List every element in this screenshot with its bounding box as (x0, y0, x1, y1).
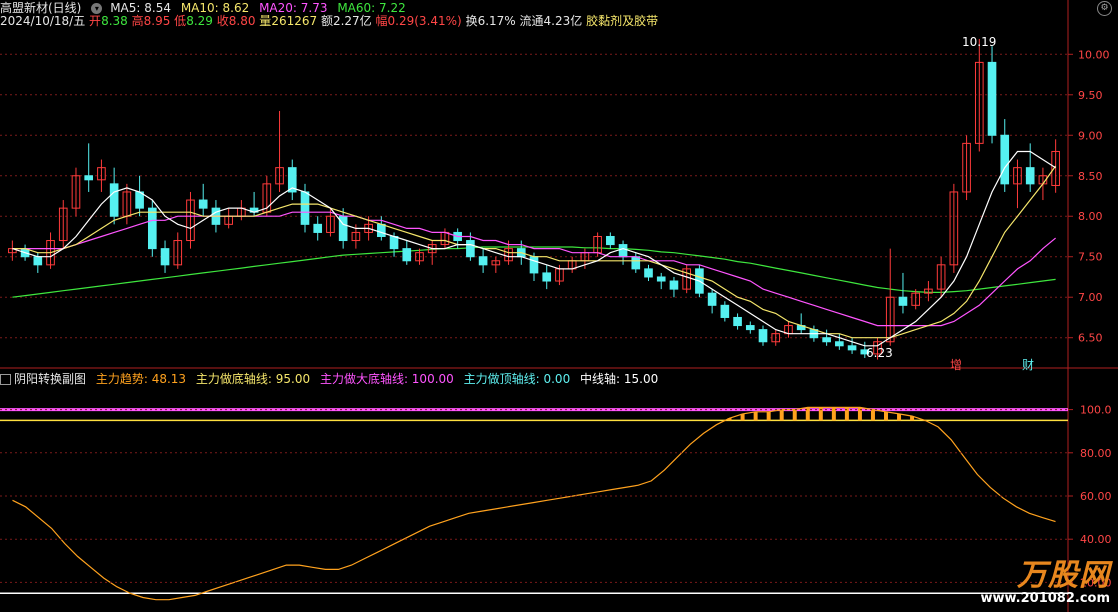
candle-body (147, 207, 157, 250)
trend-bar (870, 409, 875, 421)
candle-body (1025, 167, 1035, 185)
candle-body (987, 61, 997, 136)
trend-bar (792, 409, 797, 421)
price-tick-label: 7.00 (1078, 291, 1103, 304)
big-bottom-axis-value: 主力做大底轴线: 100.00 (319, 372, 454, 386)
candle-body (835, 341, 844, 347)
change-value: 0.29(3.41%) (387, 14, 462, 28)
trend-value: 主力趋势: 48.13 (95, 372, 187, 386)
candle-body (733, 316, 742, 327)
candle-body (847, 345, 857, 351)
volume-label: 量 (259, 14, 272, 28)
watermark-logo: 万股网 (1017, 558, 1110, 593)
candle-body (33, 256, 43, 266)
open-value: 8.38 (101, 14, 128, 28)
sub-tick-label: 80.00 (1080, 447, 1112, 460)
open-label: 开 (89, 14, 102, 28)
amount-value: 额2.27亿 (320, 14, 372, 28)
chart-canvas[interactable]: 10.00 9.50 9.00 8.50 8.00 7.50 7.00 6.50 100.0 80… (0, 0, 1118, 612)
candle-body (402, 248, 412, 262)
candle-body (745, 325, 755, 331)
indicator-toggle-icon[interactable] (0, 374, 11, 385)
price-tick-label: 10.00 (1078, 48, 1110, 61)
sub-tick-label: 40.00 (1080, 533, 1112, 546)
candle-body (720, 304, 730, 318)
trend-bar (884, 411, 888, 421)
candle-body (389, 235, 399, 250)
candle-body (707, 292, 717, 306)
float-value: 流通4.23亿 (519, 14, 583, 28)
candle-body (377, 223, 386, 237)
candle-body (822, 337, 831, 343)
sub-tick-label: 100.0 (1080, 404, 1112, 417)
sub-chart (0, 406, 1068, 601)
candle-body (109, 183, 119, 217)
sub-title[interactable]: 阴阳转换副图 (14, 371, 86, 387)
price-tick-label: 8.50 (1078, 170, 1103, 183)
sub-tick-label: 60.00 (1080, 490, 1112, 503)
turnover-value: 换6.17% (465, 14, 516, 28)
watermark: 万股网 www.201082.com (980, 558, 1110, 607)
close-label: 收 (216, 14, 229, 28)
candle-body (656, 276, 666, 282)
candle-body (644, 268, 653, 278)
sub-header: 阴阳转换副图 主力趋势: 48.13 主力做底轴线: 95.00 主力做大底轴线… (0, 371, 664, 387)
high-annotation: 10.19 (962, 35, 997, 49)
candle-body (84, 175, 94, 181)
candle-body (338, 215, 348, 242)
trend-bar (897, 413, 902, 421)
close-value: 8.80 (228, 14, 256, 28)
price-tick-label: 7.50 (1078, 251, 1103, 264)
settings-gear-icon[interactable]: ⚙ (1097, 1, 1112, 16)
high-value: 8.95 (143, 14, 171, 28)
mid-axis-value: 中线轴: 15.00 (580, 372, 659, 386)
price-tick-label: 6.50 (1078, 332, 1103, 345)
price-tick-label: 9.00 (1078, 129, 1103, 142)
trend-line (12, 406, 1056, 601)
low-annotation: 6.23 (866, 346, 893, 360)
candle-body (898, 296, 908, 306)
candle-body (1000, 134, 1010, 185)
candle-body (466, 240, 475, 258)
top-axis-value: 主力做顶轴线: 0.00 (463, 372, 571, 386)
candle-body (313, 223, 323, 233)
candle-body (300, 191, 310, 225)
candle-body (618, 244, 628, 258)
change-label: 幅 (375, 14, 388, 28)
tag-zeng[interactable]: 增 (950, 356, 962, 373)
candle-body (631, 256, 641, 270)
candle-body (669, 280, 679, 290)
price-grid (0, 0, 1118, 612)
candle-body (606, 235, 615, 246)
candle-body (758, 329, 768, 343)
low-label: 低 (174, 14, 187, 28)
quote-header: 2024/10/18/五 开8.38 高8.95 低8.29 收8.80 量26… (0, 13, 658, 29)
candle-body (478, 256, 488, 266)
price-tick-label: 9.50 (1078, 89, 1103, 102)
candlesticks (8, 38, 1060, 360)
volume-value: 261267 (271, 14, 318, 28)
high-label: 高 (131, 14, 144, 28)
candle-body (198, 199, 208, 209)
trend-bar (779, 409, 784, 421)
trend-bar (766, 411, 771, 421)
sector-link[interactable]: 胶黏剂及胶带 (586, 14, 658, 28)
trend-bar (753, 411, 758, 421)
bottom-axis-value: 主力做底轴线: 95.00 (195, 372, 311, 386)
candle-body (529, 256, 539, 274)
candle-body (542, 272, 552, 282)
watermark-url: www.201082.com (980, 591, 1110, 606)
price-tick-label: 8.00 (1078, 210, 1103, 223)
low-value: 8.29 (186, 14, 213, 28)
date-label: 2024/10/18/五 (0, 14, 86, 28)
candle-body (160, 248, 170, 266)
tag-cai[interactable]: 财 (1022, 356, 1034, 373)
